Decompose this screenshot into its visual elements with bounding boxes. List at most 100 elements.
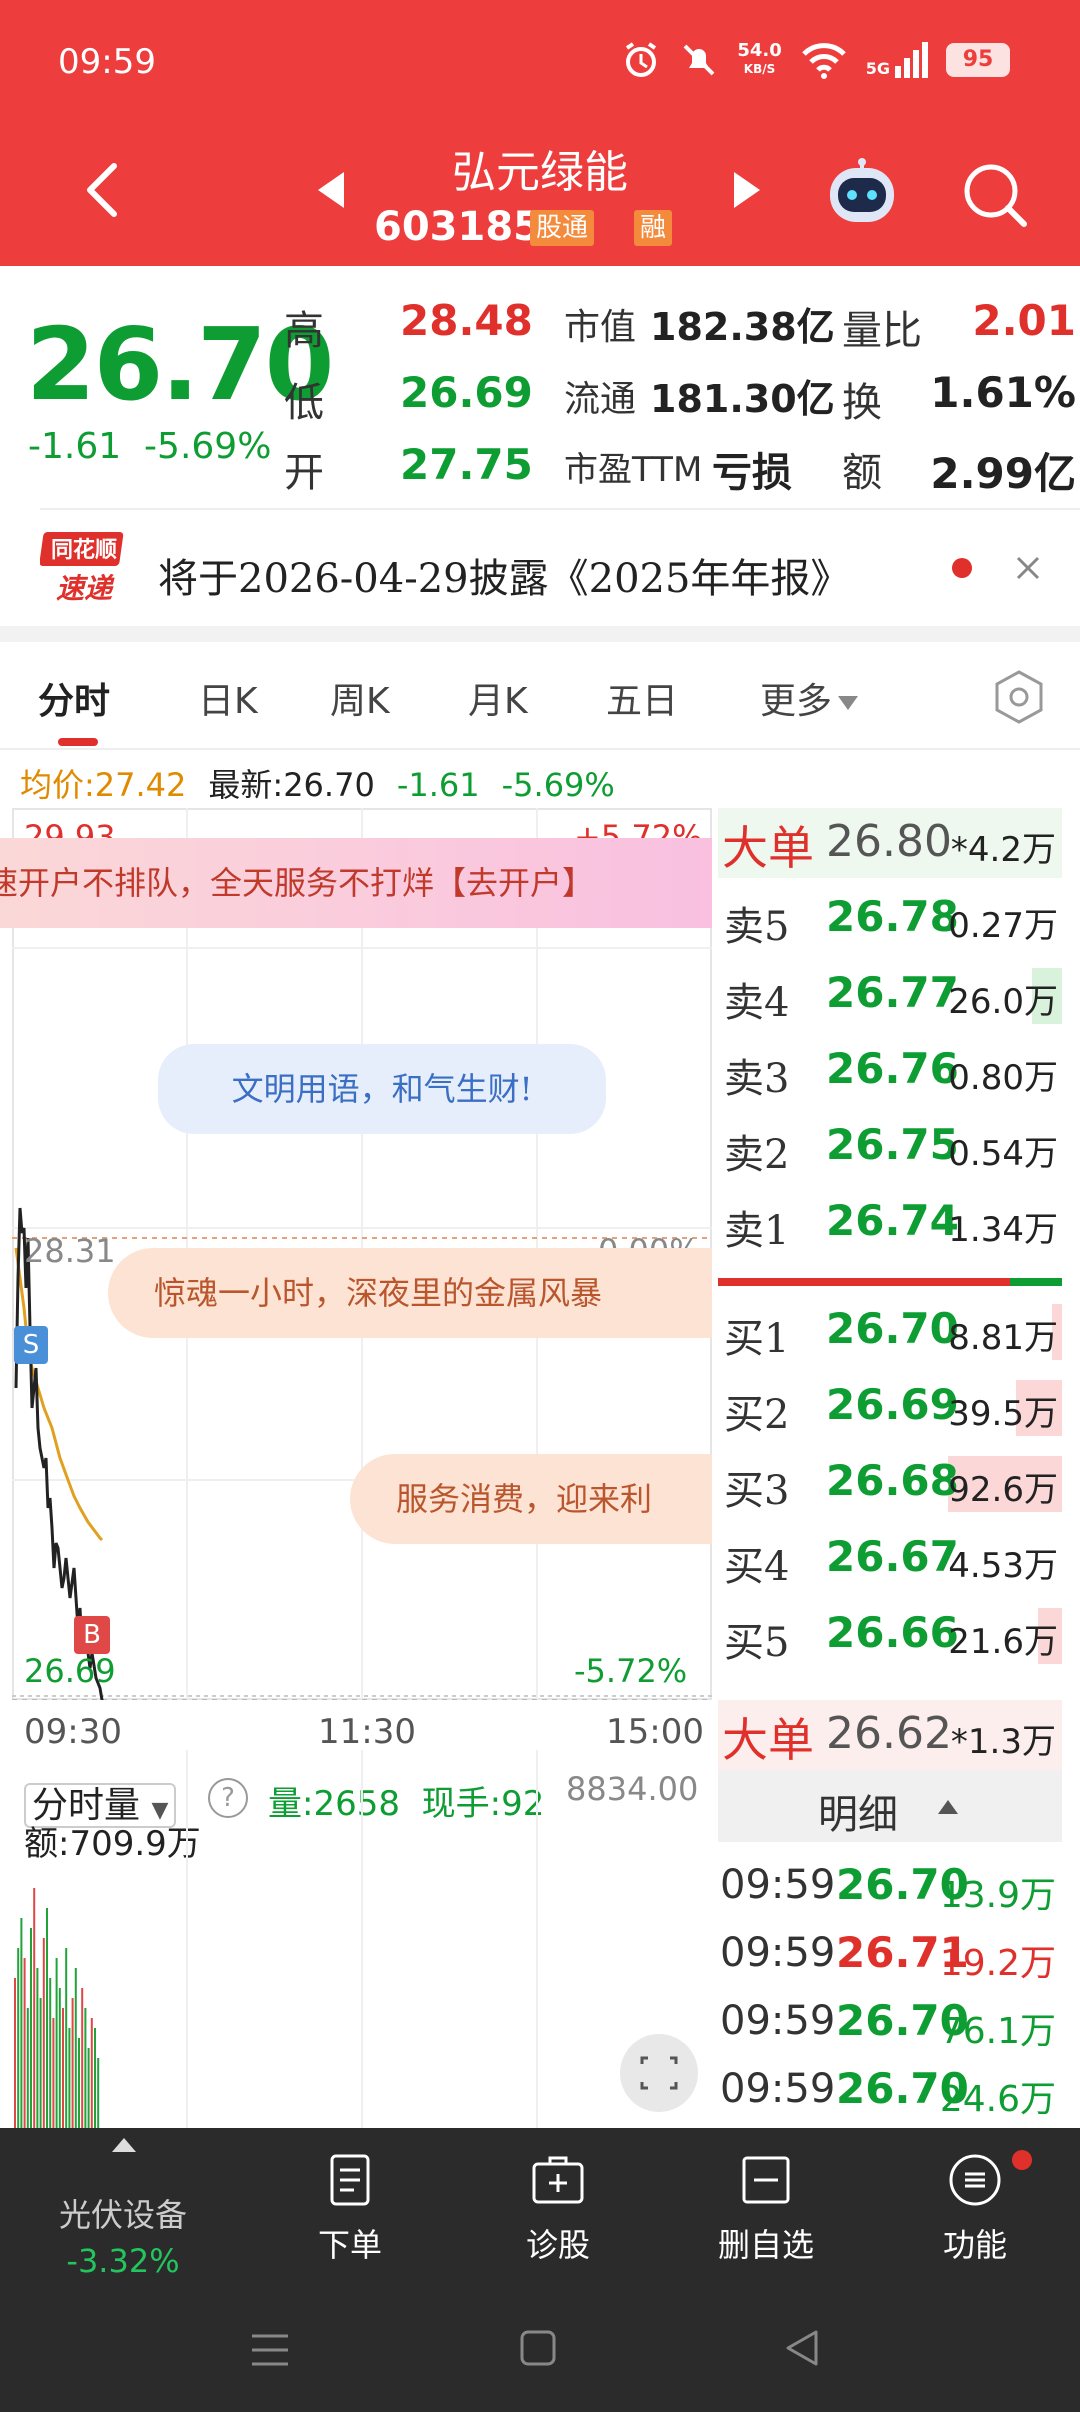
ask-price: 26.74 xyxy=(826,1196,959,1245)
amount-label: 额 xyxy=(842,450,882,496)
bid-row[interactable]: 买4 26.67 4.53万 xyxy=(718,1528,1062,1590)
tab-five-day[interactable]: 五日 xyxy=(606,672,678,724)
ask-row[interactable]: 卖1 26.74 1.34万 xyxy=(718,1192,1062,1254)
turnover-value: 1.61% xyxy=(930,368,1076,417)
volume-bar xyxy=(78,2038,80,2128)
bid-level: 买5 xyxy=(724,1620,790,1666)
bid-row[interactable]: 买5 26.66 21.6万 xyxy=(718,1604,1062,1666)
order-button[interactable]: 下单 xyxy=(246,2128,454,2288)
diagnose-button[interactable]: 诊股 xyxy=(454,2128,662,2288)
time-mid: 11:30 xyxy=(318,1712,416,1752)
big-buy-label: 大单 xyxy=(722,1713,814,1767)
sell-marker[interactable]: S xyxy=(14,1326,48,1364)
detail-title: 明细 xyxy=(818,1792,898,1838)
chat-bubble-civil[interactable]: 文明用语，和气生财! xyxy=(158,1044,606,1134)
big-buy-volume: *1.3万 xyxy=(950,1722,1056,1762)
promo-banner-account[interactable]: 速开户不排队，全天服务不打烊【去开户】 xyxy=(0,838,712,928)
buy-marker[interactable]: B xyxy=(74,1616,110,1654)
volume-bar xyxy=(62,2008,64,2128)
svg-text:速递: 速递 xyxy=(56,572,115,605)
sector-button[interactable]: 光伏设备 -3.32% xyxy=(0,2128,246,2288)
trade-volume: 13.9万 xyxy=(939,1875,1056,1916)
expand-icon[interactable] xyxy=(620,2034,698,2112)
remove-watchlist-button[interactable]: 删自选 xyxy=(662,2128,870,2288)
bid-volume: 8.81万 xyxy=(948,1318,1058,1358)
back-nav-icon[interactable] xyxy=(782,2328,822,2368)
news-bubble-metal[interactable]: 惊魂一小时，深夜里的金属风暴 xyxy=(108,1248,712,1338)
bid-price: 26.70 xyxy=(826,1304,959,1353)
volume-bar xyxy=(23,1958,26,2128)
notice-bar[interactable]: 同花顺 速递 将于2026-04-29披露《2025年年报》 xyxy=(0,516,1080,626)
ask-price: 26.76 xyxy=(826,1044,959,1093)
volume-bar xyxy=(68,2028,71,2128)
ask-row[interactable]: 卖2 26.75 0.54万 xyxy=(718,1116,1062,1178)
big-buy-price: 26.62 xyxy=(826,1708,952,1759)
app-root: 09:59 54.0 KB/S 5G 95 弘元绿能 603185 股通 融 26… xyxy=(0,0,1080,2412)
trade-row: 09:59 26.71 19.2万 xyxy=(720,1926,1064,1986)
detail-toggle[interactable]: 明细 xyxy=(718,1770,1062,1842)
volume-bar xyxy=(97,2058,100,2128)
tab-monthly-k[interactable]: 月K xyxy=(468,672,528,724)
close-icon[interactable] xyxy=(1008,548,1048,588)
volume-bar xyxy=(55,1958,58,2128)
latest-change-pct: -5.69% xyxy=(501,766,615,804)
divider xyxy=(40,508,1080,510)
tab-daily-k[interactable]: 日K xyxy=(198,672,258,724)
chart-low-price: 26.69 xyxy=(24,1652,116,1690)
ask-level: 卖4 xyxy=(724,980,790,1026)
chevron-up-icon xyxy=(112,2138,136,2152)
home-icon[interactable] xyxy=(518,2328,558,2368)
battery-indicator: 95 xyxy=(946,43,1010,77)
volume-bar xyxy=(17,1948,20,2128)
big-sell-label: 大单 xyxy=(722,821,814,875)
bid-row[interactable]: 买2 26.69 39.5万 xyxy=(718,1376,1062,1438)
news-bubble-consumption[interactable]: 服务消费，迎来利 xyxy=(350,1454,712,1544)
ask-row[interactable]: 卖5 26.78 0.27万 xyxy=(718,888,1062,950)
bid-price: 26.66 xyxy=(826,1608,959,1657)
next-stock-button[interactable] xyxy=(734,172,760,208)
trade-volume: 19.2万 xyxy=(939,1943,1056,1984)
tag-margin: 融 xyxy=(634,210,673,246)
trade-row: 09:59 26.70 24.6万 xyxy=(720,2062,1064,2122)
tab-more[interactable]: 更多 xyxy=(760,672,859,724)
ask-price: 26.77 xyxy=(826,968,959,1017)
volume-bar xyxy=(52,2018,55,2128)
tab-active-indicator xyxy=(58,738,98,746)
price-change: -1.61 -5.69% xyxy=(28,426,272,467)
volume-bar xyxy=(39,1998,42,2128)
volume-bar xyxy=(49,1978,52,2128)
turnover-label: 换 xyxy=(842,380,882,426)
bid-row[interactable]: 买3 26.68 92.6万 xyxy=(718,1452,1062,1514)
bid-ask-ratio-green xyxy=(1010,1278,1062,1286)
notice-text[interactable]: 将于2026-04-29披露《2025年年报》 xyxy=(158,546,850,604)
latest-price: 最新:26.70 xyxy=(208,766,375,804)
chart-prev-close: 28.31 xyxy=(24,1232,116,1270)
ask-row[interactable]: 卖4 26.77 26.0万 xyxy=(718,964,1062,1026)
ask-row[interactable]: 卖3 26.76 0.80万 xyxy=(718,1040,1062,1102)
hexagon-settings-icon[interactable] xyxy=(990,668,1048,726)
high-value: 28.48 xyxy=(400,296,533,345)
bid-row[interactable]: 买1 26.70 8.81万 xyxy=(718,1300,1062,1362)
search-icon[interactable] xyxy=(960,160,1030,230)
tab-intraday[interactable]: 分时 xyxy=(38,672,110,724)
system-nav-bar xyxy=(0,2288,1080,2412)
robot-assistant-icon[interactable] xyxy=(820,156,904,232)
functions-button[interactable]: 功能 xyxy=(870,2128,1080,2288)
unread-dot xyxy=(952,558,972,578)
divider xyxy=(0,748,1080,750)
volume-bar xyxy=(30,1928,32,2128)
ask-volume: 1.34万 xyxy=(948,1210,1058,1250)
bid-volume: 39.5万 xyxy=(948,1394,1058,1434)
high-label: 高 xyxy=(284,308,324,354)
low-label: 低 xyxy=(284,380,324,426)
float-label: 流通 xyxy=(564,379,637,420)
tab-weekly-k[interactable]: 周K xyxy=(330,672,390,724)
volume-bar xyxy=(26,2008,29,2128)
menu-circle-icon xyxy=(949,2154,1001,2206)
back-button[interactable] xyxy=(74,160,134,220)
header: 09:59 54.0 KB/S 5G 95 弘元绿能 603185 股通 融 xyxy=(0,0,1080,266)
recent-apps-icon[interactable] xyxy=(248,2330,292,2370)
ask-volume: 0.27万 xyxy=(948,906,1058,946)
chevron-down-icon xyxy=(838,696,859,710)
net-speed: 54.0 KB/S xyxy=(737,40,782,77)
